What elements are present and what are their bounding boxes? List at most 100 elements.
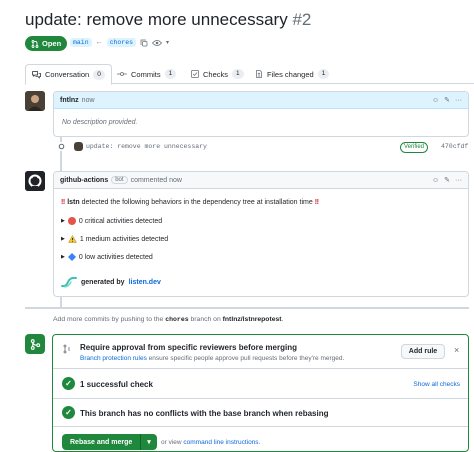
pr-state-badge: Open	[25, 36, 68, 51]
blue-diamond-icon	[67, 253, 76, 261]
cli-note-suffix: .	[258, 439, 261, 446]
comment-time[interactable]: now	[82, 97, 95, 104]
pencil-icon[interactable]: ✎	[444, 96, 450, 104]
bot-comment-time[interactable]: commented now	[131, 177, 182, 184]
github-mark-icon	[25, 171, 45, 191]
double-exclamation-icon: ‼	[314, 199, 319, 206]
push-note-prefix: Add more commits by pushing to the	[53, 316, 164, 323]
comment-header: fntlnz now ☺ ✎ ···	[54, 92, 468, 109]
activity-item-medium[interactable]: ▶ 1 medium activities detected	[61, 235, 168, 243]
tab-files-label: Files changed	[267, 69, 314, 79]
tab-checks-count: 1	[232, 69, 244, 79]
avatar[interactable]	[25, 91, 45, 111]
bot-footer: generated by listen.dev	[61, 276, 161, 288]
arrow-left-icon: ←	[95, 39, 103, 46]
pr-title-text: update: remove more unnecessary	[25, 10, 288, 29]
disclosure-triangle-icon: ▶	[61, 254, 65, 260]
comment-author[interactable]: fntlnz	[60, 97, 79, 104]
tab-files-changed[interactable]: Files changed 1	[249, 64, 335, 84]
conflicts-row: ✓ This branch has no conflicts with the …	[53, 399, 468, 427]
command-line-link[interactable]: command line instructions	[183, 439, 258, 446]
pr-number: #2	[292, 10, 312, 29]
review-rule-desc: Branch protection rules ensure specific …	[80, 355, 344, 362]
comment-actions: ☺ ✎ ···	[432, 96, 462, 105]
bot-intro: ‼ lstn detected the following behaviors …	[61, 199, 319, 206]
bot-intro-text: detected the following behaviors in the …	[81, 199, 313, 206]
verified-badge[interactable]: Verified	[400, 142, 429, 153]
bot-comment-card: github-actions bot commented now ☺ ✎ ···…	[53, 171, 469, 297]
tab-commits[interactable]: Commits 1	[111, 64, 182, 84]
rebase-merge-button[interactable]: Rebase and merge	[62, 434, 141, 450]
add-rule-button[interactable]: Add rule	[401, 344, 445, 359]
file-diff-icon	[256, 70, 262, 78]
comment-discussion-icon	[32, 70, 41, 79]
checks-title: 1 successful check	[80, 380, 153, 389]
head-branch[interactable]: chores	[106, 38, 137, 47]
branch-protection-link[interactable]: Branch protection rules	[80, 355, 147, 362]
review-rule-title: Require approval from specific reviewers…	[80, 343, 297, 352]
commit-icon	[117, 72, 127, 76]
push-note-suffix: .	[281, 316, 284, 323]
red-circle-icon	[67, 217, 76, 225]
activity-item-critical[interactable]: ▶ 0 critical activities detected	[61, 217, 162, 225]
kebab-menu-icon[interactable]: ···	[455, 97, 462, 104]
review-rule-desc-text: ensure specific people approve pull requ…	[148, 355, 345, 362]
smiley-icon[interactable]: ☺	[432, 97, 439, 104]
activity-low-label: 0 low activities detected	[78, 253, 153, 261]
github-actions-avatar[interactable]	[25, 171, 45, 191]
listen-dev-link[interactable]: listen.dev	[129, 279, 161, 286]
pencil-icon[interactable]: ✎	[444, 176, 450, 184]
tab-files-count: 1	[317, 69, 330, 79]
show-all-checks-link[interactable]: Show all checks	[413, 381, 460, 388]
tab-checks-label: Checks	[203, 69, 229, 79]
smiley-icon[interactable]: ☺	[432, 177, 439, 184]
commit-avatar[interactable]	[74, 142, 83, 151]
comment-body: No description provided.	[62, 119, 138, 126]
tab-checks[interactable]: Checks 1	[185, 64, 250, 84]
check-circle-icon: ✓	[62, 377, 75, 390]
activity-critical-label: 0 critical activities detected	[78, 217, 163, 225]
activity-medium-label: 1 medium activities detected	[79, 235, 169, 243]
commit-dot-icon	[58, 143, 65, 150]
review-rule-row: Require approval from specific reviewers…	[53, 335, 468, 369]
checks-row: ✓ 1 successful check Show all checks	[53, 369, 468, 399]
close-icon[interactable]: ×	[454, 345, 459, 355]
tab-commits-label: Commits	[131, 69, 161, 79]
tab-commits-count: 1	[164, 69, 177, 79]
pull-request-icon	[31, 39, 39, 48]
push-note-middle: branch on	[190, 316, 221, 323]
push-note-repo[interactable]: fntlnz/lstnrepotest	[223, 316, 282, 323]
merge-box: Require approval from specific reviewers…	[52, 334, 469, 452]
tab-conversation-label: Conversation	[45, 70, 90, 79]
user-photo-icon	[25, 91, 45, 111]
kebab-menu-icon[interactable]: ···	[455, 177, 462, 184]
bot-intro-name: lstn	[67, 199, 80, 206]
commit-message[interactable]: update: remove more unnecessary	[86, 143, 207, 150]
merge-method-dropdown[interactable]: ▾	[140, 434, 157, 450]
timeline-divider	[25, 307, 469, 309]
bot-comment-author[interactable]: github-actions	[60, 177, 108, 184]
conflicts-title: This branch has no conflicts with the ba…	[80, 409, 329, 418]
checklist-icon	[191, 70, 199, 78]
base-branch[interactable]: main	[70, 38, 92, 47]
commit-sha[interactable]: 470cfdf	[441, 143, 468, 150]
double-exclamation-icon: ‼	[61, 199, 66, 206]
warning-icon	[67, 235, 77, 243]
tab-conversation[interactable]: Conversation 0	[25, 64, 112, 85]
chevron-down-icon[interactable]: ▾	[166, 39, 169, 46]
check-circle-icon: ✓	[62, 406, 75, 419]
eye-icon[interactable]	[152, 39, 163, 47]
cli-note: or view command line instructions.	[161, 439, 260, 446]
push-note-branch[interactable]: chores	[165, 316, 188, 323]
tab-conversation-count: 0	[93, 69, 105, 80]
pr-branches: main ← chores ▾	[70, 38, 169, 47]
listen-dev-logo-icon	[61, 276, 77, 288]
copy-icon[interactable]	[140, 39, 148, 47]
activity-item-low[interactable]: ▶ 0 low activities detected	[61, 253, 153, 261]
bot-footer-prefix: generated by	[81, 278, 125, 286]
push-note: Add more commits by pushing to the chore…	[53, 316, 283, 323]
bot-badge: bot	[111, 176, 128, 184]
pull-request-outline-icon	[63, 344, 70, 354]
bot-comment-header: github-actions bot commented now ☺ ✎ ···	[54, 172, 468, 189]
disclosure-triangle-icon: ▶	[61, 218, 65, 224]
